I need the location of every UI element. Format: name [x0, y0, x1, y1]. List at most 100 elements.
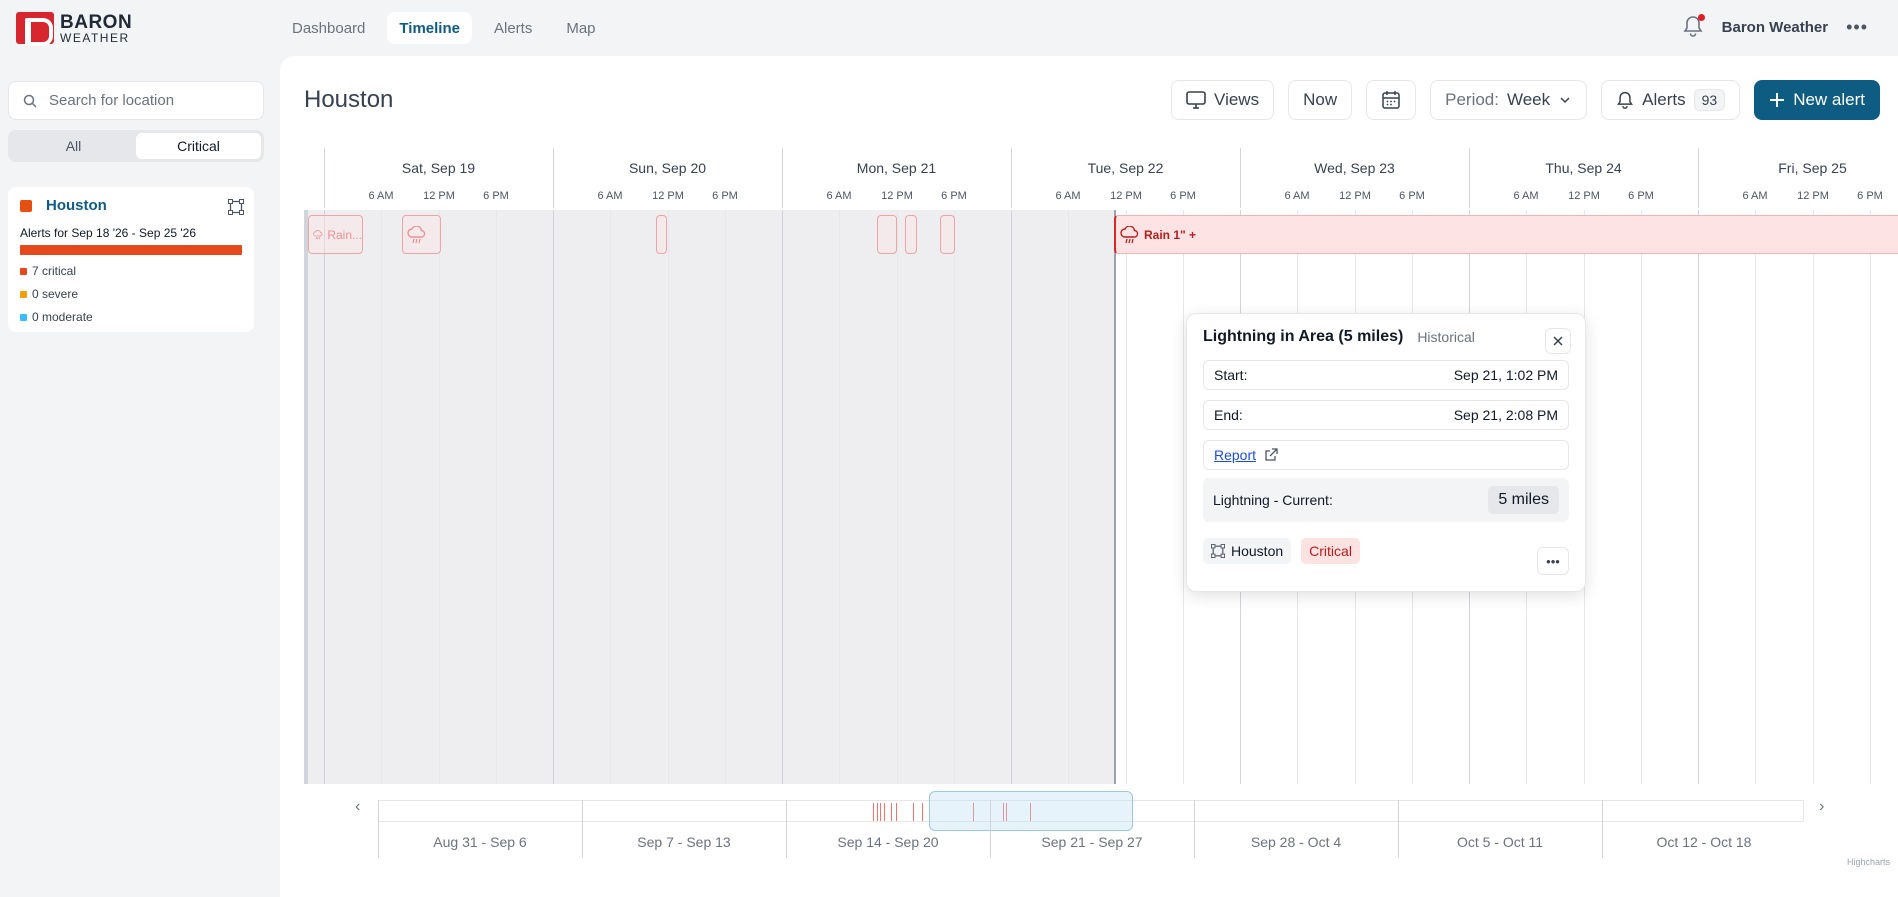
filter-critical[interactable]: Critical [136, 133, 261, 159]
day-separator [553, 148, 554, 208]
hour-label: 6 PM [712, 190, 738, 202]
nav-alerts[interactable]: Alerts [482, 12, 544, 44]
severity-bar [20, 245, 242, 255]
popup-metric-row: Lightning - Current: 5 miles [1203, 478, 1569, 522]
grid-hour-line [1126, 210, 1127, 784]
calendar-icon [1382, 91, 1400, 109]
popup-end-row: End: Sep 21, 2:08 PM [1203, 400, 1569, 430]
hour-label: 6 AM [1513, 190, 1539, 202]
day-separator [1011, 148, 1012, 208]
hour-label: 6 AM [826, 190, 852, 202]
alert-block-5[interactable] [905, 215, 917, 254]
navigator-week-label[interactable]: Sep 21 - Sep 27 [990, 834, 1194, 850]
grid-hour-line [610, 210, 611, 784]
hour-label: 12 PM [652, 190, 684, 202]
more-options-icon[interactable]: ••• [1537, 547, 1569, 575]
hour-label: 12 PM [423, 190, 455, 202]
hour-label: 6 AM [1284, 190, 1310, 202]
hour-label: 6 PM [483, 190, 509, 202]
navigator-prev-icon[interactable]: ‹ [355, 798, 360, 816]
close-icon[interactable] [1545, 328, 1571, 354]
critical-dot [20, 267, 27, 275]
polygon-area-icon[interactable] [228, 199, 244, 220]
navigator-next-icon[interactable]: › [1819, 798, 1824, 816]
period-select[interactable]: Period: Week [1430, 80, 1588, 120]
search-icon [23, 94, 37, 108]
alert-block-lightning[interactable] [877, 215, 897, 254]
severe-dot [20, 290, 27, 298]
polygon-area-icon [1211, 544, 1225, 558]
baron-logo[interactable]: BARON WEATHER [16, 11, 133, 46]
alert-block-3[interactable] [656, 215, 667, 254]
grid-hour-line [1068, 210, 1069, 784]
grid-day-line [324, 210, 325, 784]
day-label: Sun, Sep 20 [628, 160, 707, 176]
moderate-dot [20, 313, 27, 321]
alert-block-rain[interactable]: Rain... [308, 215, 363, 254]
nav-map[interactable]: Map [554, 12, 607, 44]
popup-title: Lightning in Area (5 miles) [1203, 328, 1404, 345]
user-name[interactable]: Baron Weather [1722, 19, 1828, 36]
alert-block-rain-active[interactable]: Rain 1" + [1114, 215, 1898, 254]
alert-block-6[interactable] [940, 215, 955, 254]
alert-detail-popup: Lightning in Area (5 miles) Historical S… [1186, 313, 1586, 592]
grid-day-line [553, 210, 554, 784]
navigator-week-label[interactable]: Oct 5 - Oct 11 [1398, 834, 1602, 850]
hour-label: 6 AM [1055, 190, 1081, 202]
past-region [304, 210, 1114, 784]
grid-hour-line [1183, 210, 1184, 784]
alerts-button[interactable]: Alerts 93 [1601, 80, 1741, 120]
navigator-week-label[interactable]: Oct 12 - Oct 18 [1602, 834, 1806, 850]
navigator-week-label[interactable]: Sep 14 - Sep 20 [786, 834, 990, 850]
brand-name: BARON [60, 11, 133, 33]
bell-icon [1617, 91, 1634, 109]
nav-dashboard[interactable]: Dashboard [280, 12, 377, 44]
alerts-count-badge: 93 [1693, 89, 1726, 111]
page-title: Houston [304, 86, 394, 113]
alert-block-rain-2[interactable] [402, 215, 441, 254]
alert-filter-toggle: All Critical [8, 130, 264, 162]
hour-label: 12 PM [1568, 190, 1600, 202]
rain-cloud-icon [1120, 225, 1139, 243]
navigator-week-label[interactable]: Sep 28 - Oct 4 [1194, 834, 1398, 850]
baron-logo-icon [16, 12, 54, 46]
hour-label: 6 AM [1742, 190, 1768, 202]
user-menu-more-icon[interactable]: ••• [1846, 17, 1868, 38]
day-label: Thu, Sep 24 [1545, 160, 1622, 176]
grid-hour-line [1755, 210, 1756, 784]
location-chip[interactable]: Houston [1203, 538, 1292, 564]
day-separator [782, 148, 783, 208]
grid-hour-line [381, 210, 382, 784]
notifications-bell-icon[interactable] [1682, 14, 1705, 40]
search-input[interactable] [49, 92, 249, 109]
navigator-window[interactable] [929, 791, 1133, 831]
popup-status: Historical [1417, 329, 1475, 345]
brand-sub: WEATHER [60, 30, 130, 45]
grid-hour-line [1641, 210, 1642, 784]
filter-all[interactable]: All [11, 133, 136, 159]
grid-hour-line [954, 210, 955, 784]
report-link[interactable]: Report [1214, 447, 1256, 463]
grid-hour-line [1813, 210, 1814, 784]
notification-dot [1697, 14, 1705, 21]
grid-hour-line [839, 210, 840, 784]
calendar-button[interactable] [1366, 80, 1417, 120]
navigator-week-label[interactable]: Aug 31 - Sep 6 [378, 834, 582, 850]
navigator-week-label[interactable]: Sep 7 - Sep 13 [582, 834, 786, 850]
grid-hour-line [668, 210, 669, 784]
new-alert-button[interactable]: New alert [1754, 80, 1880, 120]
day-separator [324, 148, 325, 208]
day-label: Wed, Sep 23 [1314, 160, 1395, 176]
views-button[interactable]: Views [1171, 80, 1275, 120]
hour-label: 12 PM [1110, 190, 1142, 202]
severe-count-row: 0 severe [20, 287, 242, 301]
chevron-down-icon [1560, 97, 1570, 104]
now-button[interactable]: Now [1288, 80, 1353, 120]
external-link-icon[interactable] [1264, 448, 1278, 462]
day-label: Tue, Sep 22 [1087, 160, 1164, 176]
location-card-houston[interactable]: Houston Alerts for Sep 18 '26 - Sep 25 '… [8, 187, 254, 332]
location-name[interactable]: Houston [46, 197, 107, 214]
nav-timeline[interactable]: Timeline [387, 12, 472, 44]
critical-count-row: 7 critical [20, 264, 242, 278]
hour-label: 12 PM [1797, 190, 1829, 202]
